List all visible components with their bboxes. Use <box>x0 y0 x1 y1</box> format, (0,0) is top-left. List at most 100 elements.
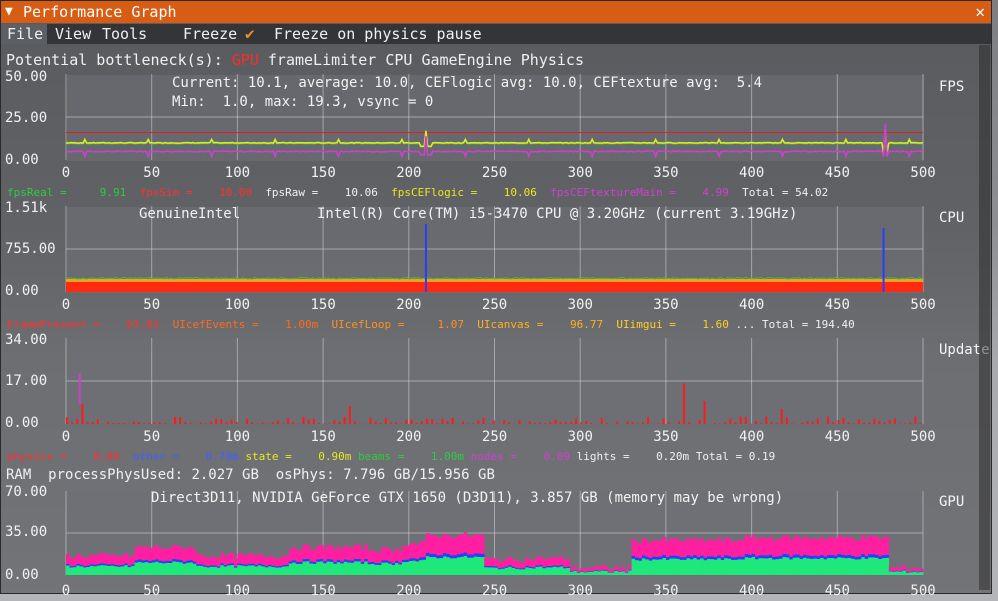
x-tick-label: 300 <box>567 429 593 445</box>
gpu-blue-area <box>679 557 684 560</box>
update-physics-bar <box>564 421 567 424</box>
gpu-green-area <box>717 558 722 575</box>
x-tick-label: 500 <box>910 583 936 599</box>
gpu-green-area <box>552 566 557 575</box>
update-physics-bar <box>122 422 125 424</box>
gpu-green-area <box>755 559 759 575</box>
gpu-blue-area <box>796 554 800 558</box>
gpu-pink-area <box>785 535 790 555</box>
gpu-pink-area <box>518 562 523 569</box>
gpu-pink-area <box>669 538 674 556</box>
gpu-blue-area <box>857 556 862 560</box>
gpu-green-area <box>398 564 403 575</box>
update-physics-bar <box>379 423 382 424</box>
gpu-pink-area <box>155 545 159 560</box>
gpu-green-area <box>103 565 108 575</box>
gpu-green-area <box>696 559 701 575</box>
gpu-pink-area <box>545 557 550 566</box>
gpu-green-area <box>456 557 461 575</box>
gpu-pink-area <box>833 538 838 556</box>
gpu-green-area <box>521 569 526 575</box>
gpu-blue-area <box>765 555 770 559</box>
gpu-blue-area <box>792 554 797 558</box>
gpu-pink-area <box>823 539 828 557</box>
gpu-blue-area <box>518 568 523 570</box>
gpu-blue-area <box>724 555 728 559</box>
gpu-green-area <box>299 563 303 575</box>
gpu-pink-area <box>912 567 917 572</box>
gpu-pink-area <box>871 535 876 555</box>
x-tick-label: 300 <box>567 583 593 599</box>
update-physics-bar <box>631 422 634 424</box>
update-physics-bar <box>415 423 418 424</box>
gpu-pink-area <box>161 548 166 562</box>
gpu-pink-area <box>611 569 615 573</box>
gpu-green-area <box>857 559 862 575</box>
gpu-green-area <box>185 562 190 575</box>
gpu-blue-area <box>515 567 519 569</box>
gpu-green-area <box>230 565 235 575</box>
gpu-blue-area <box>230 563 235 566</box>
gpu-blue-area <box>827 555 831 559</box>
gpu-blue-area <box>686 555 691 559</box>
gpu-blue-area <box>336 559 341 563</box>
gpu-pink-area <box>820 537 824 555</box>
gpu-green-area <box>79 566 84 575</box>
gpu-blue-area <box>566 566 571 568</box>
update-physics-bar <box>528 421 531 424</box>
gpu-green-area <box>672 558 677 575</box>
gpu-blue-area <box>779 555 783 559</box>
gpu-blue-area <box>573 569 578 571</box>
gpu-pink-area <box>305 544 310 559</box>
gpu-green-area <box>449 558 454 575</box>
gpu-green-area <box>830 558 835 575</box>
gpu-blue-area <box>422 557 427 560</box>
gpu-blue-area <box>731 557 735 560</box>
update-physics-bar <box>852 423 855 424</box>
gpu-pink-area <box>878 539 883 557</box>
gpu-blue-area <box>662 554 667 558</box>
gpu-blue-area <box>480 553 485 558</box>
x-tick-label: 0 <box>61 583 71 599</box>
update-physics-bar <box>431 418 434 424</box>
update-physics-bar <box>755 420 758 424</box>
x-tick-label: 500 <box>910 165 936 181</box>
update-physics-bar <box>662 418 665 424</box>
gpu-blue-area <box>158 560 163 563</box>
gpu-green-area <box>175 561 180 575</box>
gpu-pink-area <box>347 547 351 561</box>
gpu-pink-area <box>494 558 499 567</box>
gpu-blue-area <box>347 560 351 563</box>
gpu-blue-area <box>415 558 420 562</box>
gpu-green-area <box>374 564 379 575</box>
gpu-green-area <box>367 564 372 575</box>
gpu-green-area <box>881 558 886 575</box>
gpu-blue-area <box>69 566 74 568</box>
gpu-pink-area <box>254 555 259 565</box>
gpu-blue-area <box>405 559 410 562</box>
gpu-pink-area <box>515 561 519 568</box>
update-physics-bar <box>863 422 866 424</box>
update-physics-bar <box>86 421 89 424</box>
update-physics-bar <box>235 421 238 424</box>
gpu-pink-area <box>892 568 896 572</box>
gpu-blue-area <box>237 563 242 566</box>
gpu-blue-area <box>446 554 451 558</box>
update-physics-bar <box>132 421 135 424</box>
update-physics-bar <box>827 416 830 424</box>
gpu-pink-area <box>408 543 413 559</box>
gpu-pink-area <box>309 549 314 562</box>
gpu-blue-area <box>319 558 324 562</box>
gpu-blue-area <box>494 566 499 568</box>
gpu-blue-area <box>473 553 478 557</box>
gpu-green-area <box>76 565 81 575</box>
gpu-green-area <box>381 562 386 575</box>
gpu-green-area <box>566 567 571 575</box>
gpu-green-area <box>576 572 581 575</box>
gpu-green-area <box>72 567 77 575</box>
gpu-green-area <box>833 558 838 575</box>
update-physics-bar <box>245 418 248 424</box>
update-physics-bar <box>569 422 572 424</box>
gpu-blue-area <box>837 554 842 558</box>
x-tick-label: 0 <box>61 297 71 313</box>
